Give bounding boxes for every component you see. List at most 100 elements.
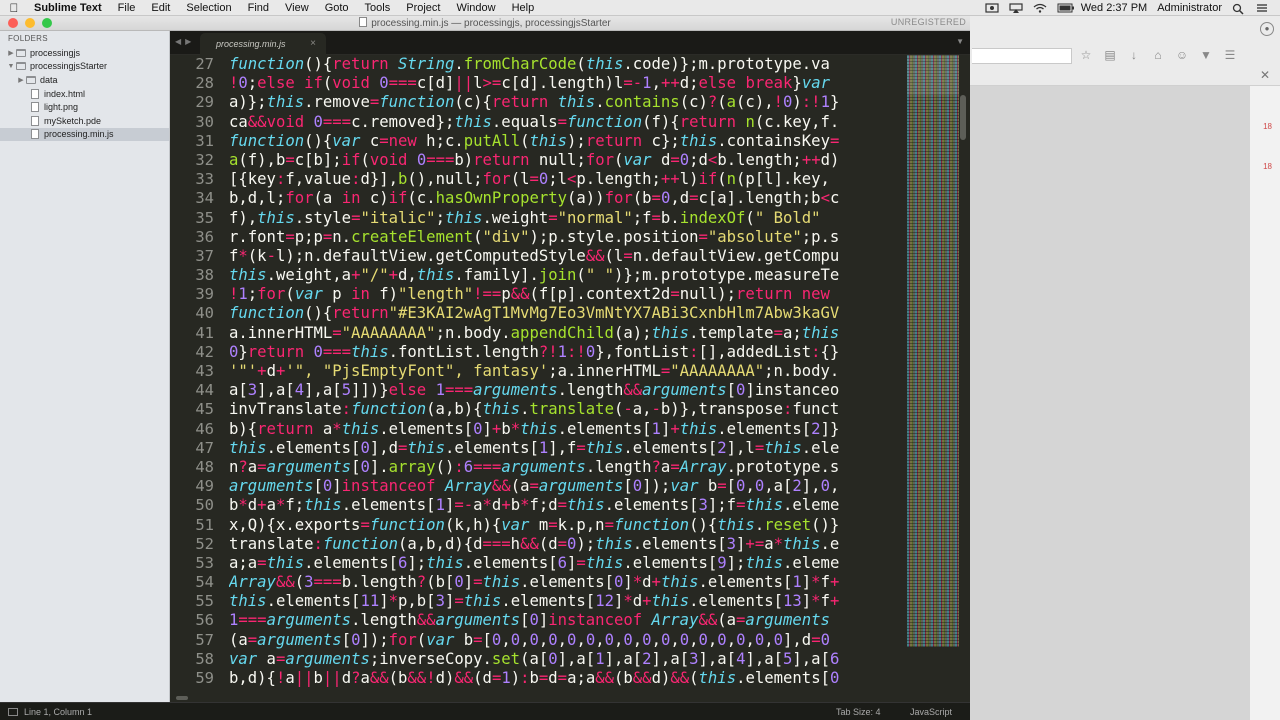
menu-edit[interactable]: Edit bbox=[143, 0, 178, 16]
code-line[interactable]: b,d,l;for(a in c)if(c.hasOwnProperty(a))… bbox=[229, 189, 907, 208]
tab-dropdown-icon[interactable]: ▼ bbox=[956, 37, 964, 46]
url-bar[interactable] bbox=[972, 48, 1072, 64]
code-line[interactable]: [{key:f,value:d}],b(),null;for(l=0;l<p.l… bbox=[229, 170, 907, 189]
syntax-selector[interactable]: JavaScript bbox=[910, 707, 952, 717]
code-line[interactable]: !0;else if(void 0===c[d]||l>=c[d].length… bbox=[229, 74, 907, 93]
close-icon[interactable]: ✕ bbox=[1260, 68, 1270, 82]
search-icon[interactable] bbox=[1232, 3, 1246, 15]
battery-icon[interactable] bbox=[1057, 3, 1074, 13]
line-number: 29 bbox=[195, 93, 214, 112]
code-line[interactable]: a.innerHTML="AAAAAAAA";n.body.appendChil… bbox=[229, 324, 907, 343]
apple-icon[interactable]:  bbox=[0, 1, 28, 15]
sidebar-item-label: index.html bbox=[44, 88, 86, 99]
home-icon[interactable]: ⌂ bbox=[1150, 48, 1166, 62]
code-line[interactable]: arguments[0]instanceof Array&&(a=argumen… bbox=[229, 477, 907, 496]
code-line[interactable]: 0}return 0===this.fontList.length?!1:!0}… bbox=[229, 343, 907, 362]
sidebar-item-processingjs[interactable]: ▶ processingjs bbox=[0, 46, 169, 60]
sidebar-item-light-png[interactable]: light.png bbox=[0, 100, 169, 114]
minimap-viewport[interactable] bbox=[907, 55, 959, 95]
line-number: 55 bbox=[195, 592, 214, 611]
code-line[interactable]: a[3],a[4],a[5]])}else 1===arguments.leng… bbox=[229, 381, 907, 400]
menu-selection[interactable]: Selection bbox=[178, 0, 239, 16]
minimap[interactable] bbox=[907, 55, 959, 647]
file-icon bbox=[31, 129, 39, 140]
menu-app-name[interactable]: Sublime Text bbox=[28, 0, 110, 16]
notification-center-icon[interactable] bbox=[1256, 3, 1270, 13]
sidebar-item-processingjsstarter[interactable]: ▼ processingjsStarter bbox=[0, 60, 169, 74]
download-icon[interactable]: ↓ bbox=[1126, 48, 1142, 62]
code-line[interactable]: function(){return String.fromCharCode(th… bbox=[229, 55, 907, 74]
code-line[interactable]: 1===arguments.length&&arguments[0]instan… bbox=[229, 611, 907, 630]
pocket-icon[interactable]: ▼ bbox=[1198, 48, 1214, 62]
chevron-down-icon[interactable]: ▼ bbox=[6, 63, 16, 70]
code-line[interactable]: var a=arguments;inverseCopy.set(a[0],a[1… bbox=[229, 650, 907, 669]
menu-help[interactable]: Help bbox=[504, 0, 543, 16]
chevron-right-icon[interactable]: ▶ bbox=[6, 49, 16, 57]
file-icon bbox=[31, 88, 39, 99]
code-line[interactable]: b*d+a*f;this.elements[1]=-a*d+b*f;d=this… bbox=[229, 496, 907, 515]
code-line[interactable]: r.font=p;p=n.createElement("div");p.styl… bbox=[229, 228, 907, 247]
code-line[interactable]: ca&&void 0===c.removed};this.equals=func… bbox=[229, 113, 907, 132]
menu-tools[interactable]: Tools bbox=[357, 0, 399, 16]
user-name[interactable]: Administrator bbox=[1157, 2, 1222, 14]
sidebar-item-processing-min-js[interactable]: processing.min.js bbox=[0, 127, 169, 142]
tab-processing-min-js[interactable]: processing.min.js × bbox=[200, 33, 326, 55]
window-title: processing.min.js — processingjs, proces… bbox=[0, 17, 970, 29]
code-line[interactable]: '"'+d+'", "PjsEmptyFont", fantasy';a.inn… bbox=[229, 362, 907, 381]
code-line[interactable]: this.elements[11]*p,b[3]=this.elements[1… bbox=[229, 592, 907, 611]
line-number: 45 bbox=[195, 400, 214, 419]
sidebar-item-data[interactable]: ▶ data bbox=[0, 73, 169, 87]
code-line[interactable]: (a=arguments[0]);for(var b=[0,0,0,0,0,0,… bbox=[229, 631, 907, 650]
tab-size-selector[interactable]: Tab Size: 4 bbox=[836, 707, 881, 717]
chevron-right-icon[interactable]: ▶ bbox=[16, 76, 26, 84]
airplay-icon[interactable] bbox=[1009, 2, 1023, 13]
code-line[interactable]: b){return a*this.elements[0]+b*this.elem… bbox=[229, 420, 907, 439]
reading-list-icon[interactable]: ▤ bbox=[1102, 48, 1118, 62]
code-line[interactable]: translate:function(a,b,d){d===h&&(d=0);t… bbox=[229, 535, 907, 554]
menu-project[interactable]: Project bbox=[398, 0, 448, 16]
screen-record-icon[interactable] bbox=[985, 2, 999, 13]
code-line[interactable]: f),this.style="italic";this.weight="norm… bbox=[229, 209, 907, 228]
sidebar-item-index-html[interactable]: index.html bbox=[0, 87, 169, 101]
line-number: 27 bbox=[195, 55, 214, 73]
menu-find[interactable]: Find bbox=[240, 0, 277, 16]
code-line[interactable]: invTranslate:function(a,b){this.translat… bbox=[229, 400, 907, 419]
user-avatar-icon[interactable]: ● bbox=[1260, 22, 1274, 36]
menu-window[interactable]: Window bbox=[448, 0, 503, 16]
code-line[interactable]: a)};this.remove=function(c){return this.… bbox=[229, 93, 907, 112]
code-line[interactable]: function(){var c=new h;c.putAll(this);re… bbox=[229, 132, 907, 151]
code-line[interactable]: !1;for(var p in f)"length"!==p&&(f[p].co… bbox=[229, 285, 907, 304]
panel-toggle-icon[interactable] bbox=[8, 708, 18, 716]
code-line[interactable]: f*(k-l);n.defaultView.getComputedStyle&&… bbox=[229, 247, 907, 266]
menu-file[interactable]: File bbox=[110, 0, 144, 16]
line-number-gutter: 27 28 29 30 31 32 33 34 35 36 37 38 39 40 41 42 43 44 45 46… bbox=[170, 55, 214, 702]
wifi-icon[interactable] bbox=[1033, 3, 1047, 13]
line-number: 28 bbox=[195, 74, 214, 93]
star-icon[interactable]: ☆ bbox=[1078, 48, 1094, 62]
line-number: 56 bbox=[195, 611, 214, 630]
code-line[interactable]: x,Q){x.exports=function(k,h){var m=k.p,n… bbox=[229, 516, 907, 535]
vertical-scrollbar[interactable] bbox=[960, 95, 966, 140]
line-number: 50 bbox=[195, 496, 214, 515]
code-line[interactable]: function(){return"#E3KAI2wAgT1MvMg7Eo3Vm… bbox=[229, 304, 907, 323]
code-editor[interactable]: 27 28 29 30 31 32 33 34 35 36 37 38 39 40 41 42 43 44 45 46… bbox=[170, 55, 970, 702]
menu-icon[interactable]: ☰ bbox=[1222, 48, 1238, 62]
line-number: 46 bbox=[195, 419, 214, 438]
code-area[interactable]: function(){return String.fromCharCode(th… bbox=[229, 55, 907, 702]
close-tab-icon[interactable]: × bbox=[310, 38, 316, 49]
chat-icon[interactable]: ☺ bbox=[1174, 48, 1190, 62]
horizontal-scrollbar[interactable] bbox=[176, 696, 188, 700]
menu-view[interactable]: View bbox=[277, 0, 317, 16]
sidebar-item-mysketch-pde[interactable]: mySketch.pde bbox=[0, 114, 169, 128]
line-number: 59 bbox=[195, 669, 214, 687]
code-line[interactable]: a;a=this.elements[6];this.elements[6]=th… bbox=[229, 554, 907, 573]
code-line[interactable]: this.elements[0],d=this.elements[1],f=th… bbox=[229, 439, 907, 458]
clock[interactable]: Wed 2:37 PM bbox=[1081, 2, 1147, 14]
code-line[interactable]: n?a=arguments[0].array():6===arguments.l… bbox=[229, 458, 907, 477]
code-line[interactable]: Array&&(3===b.length?(b[0]=this.elements… bbox=[229, 573, 907, 592]
menu-goto[interactable]: Goto bbox=[317, 0, 357, 16]
code-line[interactable]: this.weight,a+"/"+d,this.family].join(" … bbox=[229, 266, 907, 285]
code-line[interactable]: b,d){!a||b||d?a&&(b&&!d)&&(d=1):b=d=a;a&… bbox=[229, 669, 907, 688]
tab-navigation-arrows-icon[interactable]: ◀▶ bbox=[175, 37, 195, 46]
code-line[interactable]: a(f),b=c[b];if(void 0===b)return null;fo… bbox=[229, 151, 907, 170]
